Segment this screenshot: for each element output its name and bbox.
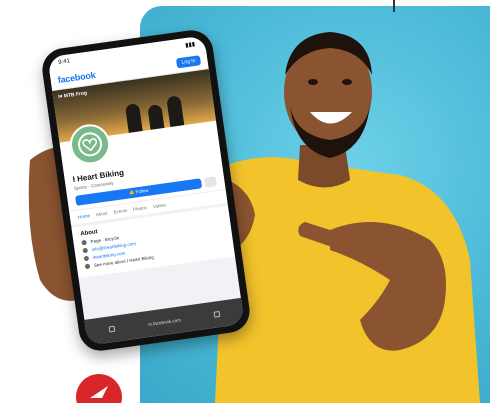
tab-videos[interactable]: Videos xyxy=(153,202,167,209)
url-bar[interactable]: m.facebook.com xyxy=(148,317,181,327)
heart-icon xyxy=(78,132,103,157)
phone-screen: 9:41 ▮▮▮ facebook Log In I♥ MTB Frog I H… xyxy=(47,35,245,346)
tabs-icon[interactable] xyxy=(213,310,221,318)
facebook-logo: facebook xyxy=(57,69,96,85)
signal-icon: ▮▮▮ xyxy=(184,41,196,49)
more-button[interactable] xyxy=(203,176,218,188)
tab-home[interactable]: Home xyxy=(78,213,91,220)
cyclist-silhouette xyxy=(166,95,185,127)
globe-icon xyxy=(83,255,90,262)
cyclist-silhouette xyxy=(147,104,165,130)
mail-icon xyxy=(82,247,89,254)
cover-tag: I♥ MTB Frog xyxy=(57,90,88,101)
tab-about[interactable]: About xyxy=(96,211,108,218)
status-time: 9:41 xyxy=(57,58,71,66)
back-icon[interactable] xyxy=(108,325,116,333)
login-button[interactable]: Log In xyxy=(175,54,202,68)
hero-image: 9:41 ▮▮▮ facebook Log In I♥ MTB Frog I H… xyxy=(0,0,490,403)
tab-photos[interactable]: Photos xyxy=(133,205,148,212)
cyclist-silhouette xyxy=(124,103,143,133)
pin-icon xyxy=(84,263,91,270)
arrow-icon xyxy=(90,386,108,398)
tab-events[interactable]: Events xyxy=(113,208,127,215)
flag-icon xyxy=(81,239,87,246)
